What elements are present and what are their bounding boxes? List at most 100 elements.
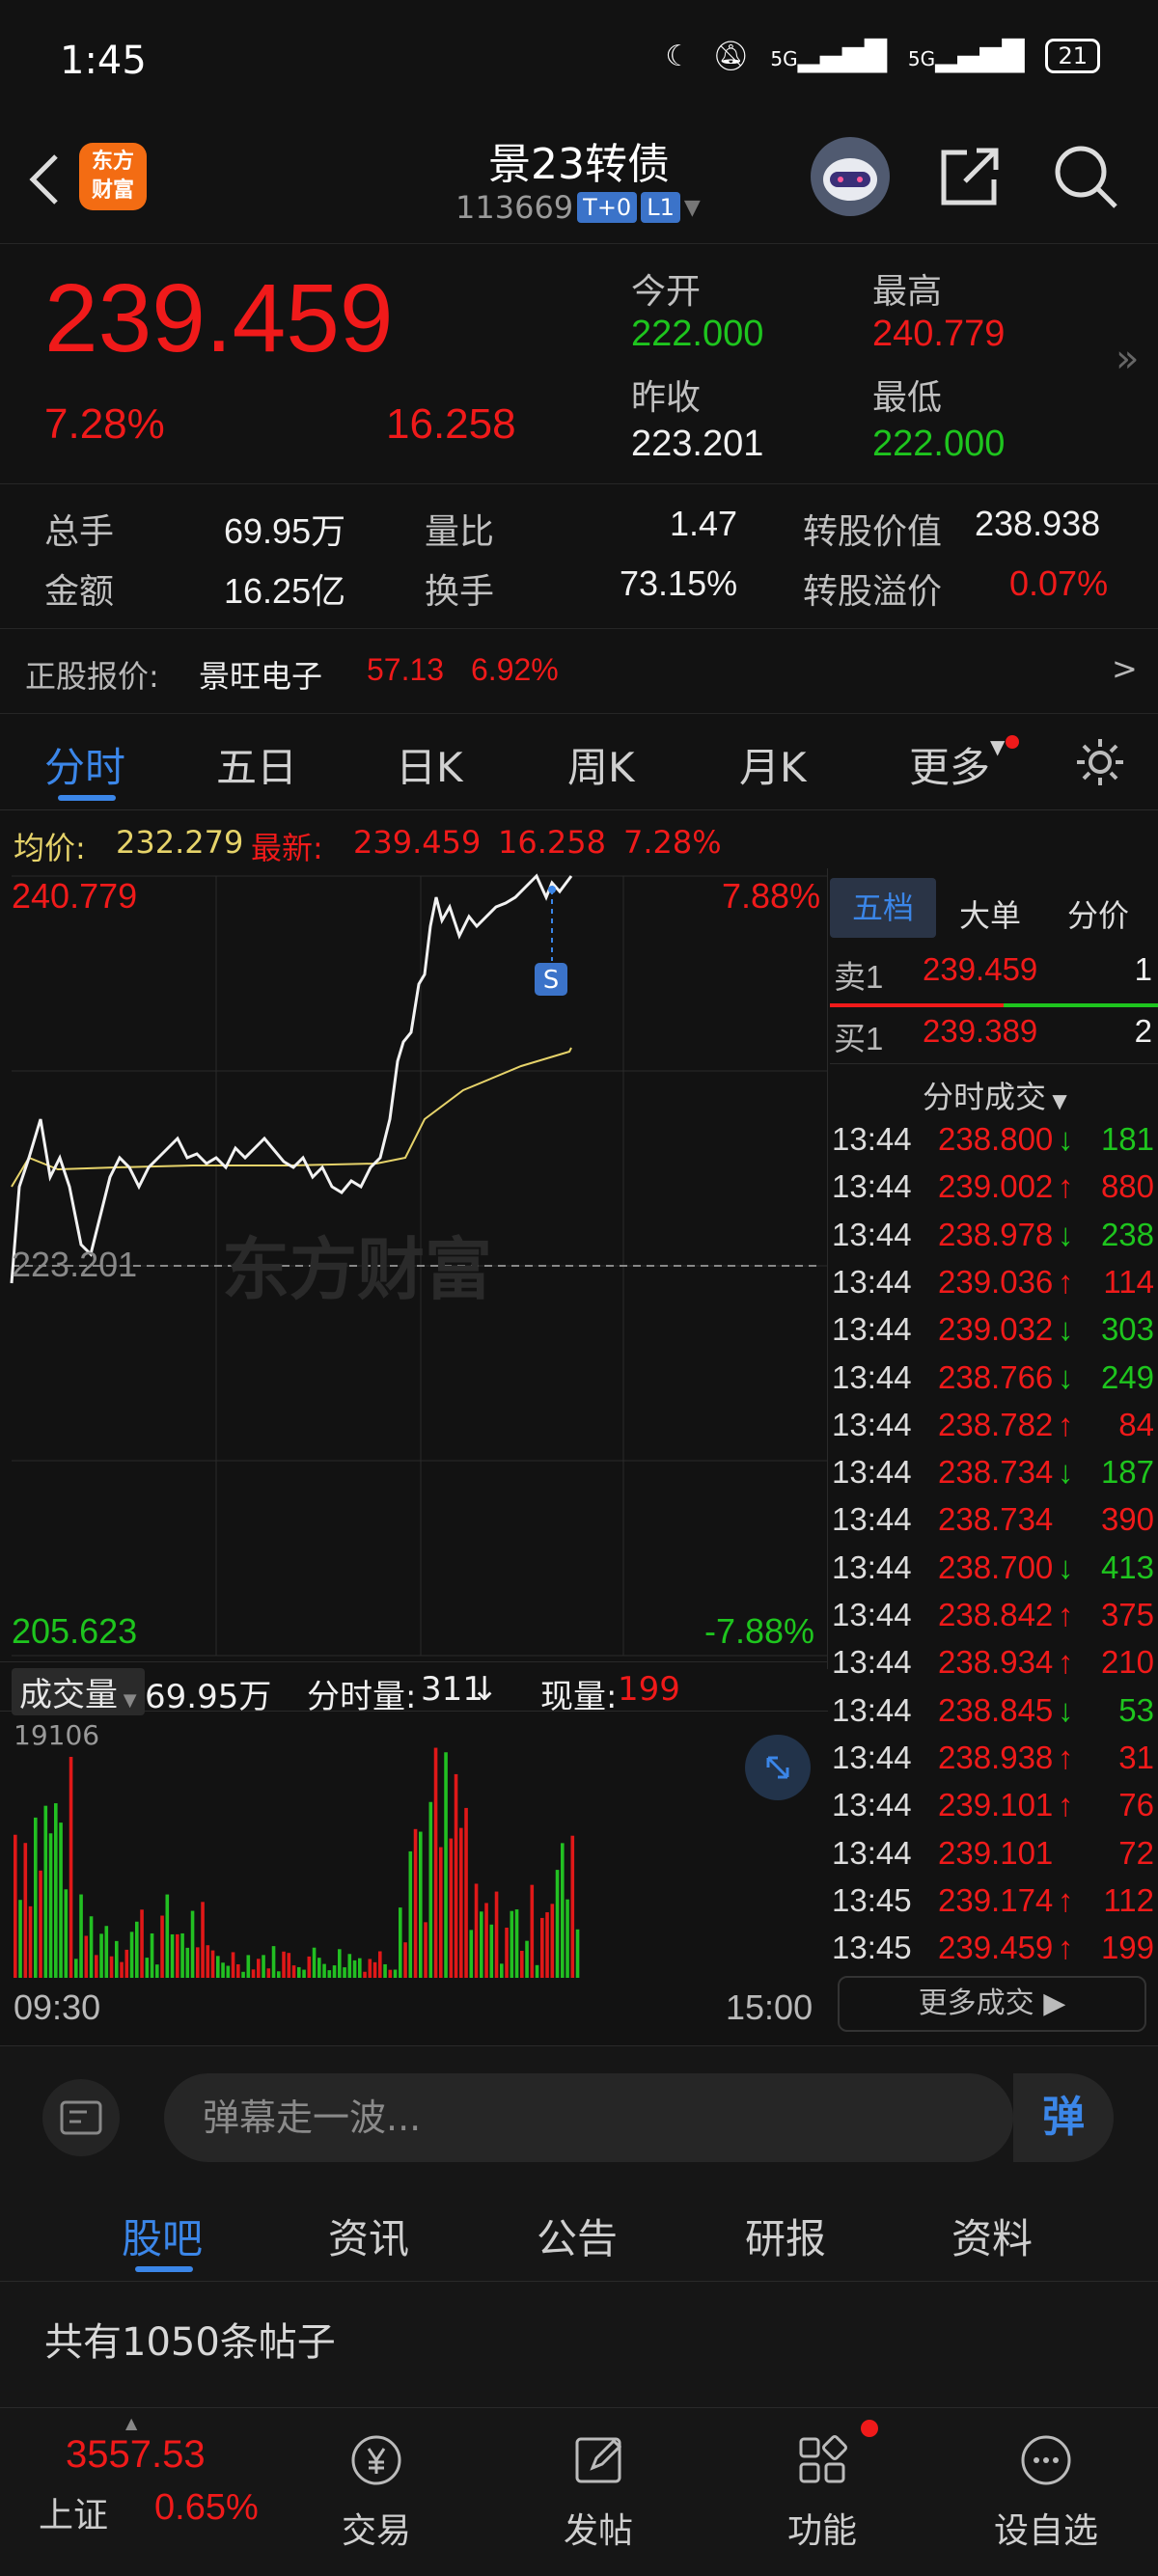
conv-value: 238.938 <box>975 504 1101 543</box>
trade-direction: ↓ <box>1058 1548 1074 1585</box>
trade-price: 238.734 <box>938 1501 1054 1538</box>
premium-value: 0.07% <box>1009 563 1109 603</box>
tab-price-dist[interactable]: 分价 <box>1067 891 1129 936</box>
low-value: 222.000 <box>872 424 1006 464</box>
settings-gear-icon[interactable] <box>1073 735 1127 789</box>
volume-bar <box>464 1807 468 1978</box>
trade-volume: 303 <box>1100 1311 1154 1348</box>
volume-bar <box>449 1838 454 1978</box>
intraday-chart[interactable]: 东方财富 S 240.779 7.88% 223.201 205.623 -7.… <box>0 868 828 1669</box>
more-trades-button[interactable]: 更多成交 ▶ <box>838 1976 1146 2032</box>
nav-trade[interactable]: 交易 <box>290 2408 463 2576</box>
tab-big-orders[interactable]: 大单 <box>959 891 1021 936</box>
y-axis-bottom-price: 205.623 <box>12 1611 138 1651</box>
time-axis: 09:30 15:00 <box>0 1980 828 2038</box>
volume-bar <box>190 1910 195 1978</box>
trade-row: 13:44 238.800 ↓ 181 <box>830 1121 1158 1168</box>
trade-price: 238.978 <box>938 1216 1054 1252</box>
volume-bar <box>352 1959 357 1978</box>
trade-time: 13:44 <box>832 1787 912 1823</box>
trade-row: 13:45 239.174 ↑ 112 <box>830 1882 1158 1930</box>
volume-bar <box>216 1956 220 1978</box>
underlying-stock-row[interactable]: 正股报价: 景旺电子 57.13 6.92% > <box>0 629 1158 714</box>
security-code-row[interactable]: 113669 T+0 L1 ▼ <box>455 189 701 226</box>
volume-bar <box>408 1850 413 1978</box>
sell1-price: 239.459 <box>923 951 1038 987</box>
trade-row: 13:44 239.002 ↑ 880 <box>830 1168 1158 1216</box>
nav-functions[interactable]: 功能 <box>735 2408 909 2576</box>
search-icon[interactable] <box>1052 143 1119 210</box>
turnover-value: 73.15% <box>620 563 738 603</box>
tab-intraday[interactable]: 分时 <box>44 735 125 794</box>
index-value: 3557.53 <box>66 2433 206 2476</box>
tab-more[interactable]: 更多▼ <box>909 735 1005 794</box>
volume-bar <box>150 1932 154 1978</box>
nav-watchlist[interactable]: 设自选 <box>959 2408 1133 2576</box>
danmu-settings-icon[interactable] <box>42 2079 120 2156</box>
tab-daily-k[interactable]: 日K <box>396 735 463 794</box>
volume-bar <box>403 1942 407 1978</box>
volume-bar <box>510 1910 514 1978</box>
chart-tabs: 分时 五日 日K 周K 月K 更多▼ <box>0 714 1158 810</box>
volume-bar <box>109 1956 114 1978</box>
tab-level5[interactable]: 五档 <box>830 878 936 938</box>
trade-direction: ↑ <box>1058 1644 1074 1681</box>
trade-row: 13:44 238.842 ↑ 375 <box>830 1597 1158 1644</box>
volume-bar <box>372 1961 377 1978</box>
tab-guba[interactable]: 股吧 <box>122 2206 203 2265</box>
tab-5day[interactable]: 五日 <box>216 735 297 794</box>
trade-price: 239.002 <box>938 1168 1054 1205</box>
volume-bar <box>79 1894 83 1978</box>
volume-bar <box>540 1917 544 1978</box>
trade-row: 13:44 239.101 ↑ 76 <box>830 1787 1158 1834</box>
trade-row: 13:44 238.734 390 <box>830 1501 1158 1548</box>
volume-bar <box>89 1916 94 1978</box>
trade-volume: 84 <box>1118 1406 1154 1442</box>
volume-bar <box>48 1833 53 1978</box>
volume-bar <box>236 1963 240 1978</box>
volume-bar <box>221 1962 225 1978</box>
index-name: 上证 <box>39 2496 109 2535</box>
conv-value-label: 转股价值 <box>803 512 943 552</box>
tab-research[interactable]: 研报 <box>745 2206 826 2265</box>
trades-title[interactable]: 分时成交 ▼ <box>923 1073 1067 1117</box>
trade-direction: ↓ <box>1058 1311 1074 1348</box>
trade-price: 238.842 <box>938 1597 1054 1632</box>
volume-indicator-select[interactable]: 成交量 ▼ <box>12 1668 145 1715</box>
volume-bar <box>561 1843 565 1978</box>
trade-time: 13:45 <box>832 1930 912 1966</box>
expand-chevron-icon[interactable]: » <box>1116 337 1139 381</box>
watermark: 东方财富 <box>222 1230 492 1309</box>
trade-time: 13:44 <box>832 1691 912 1728</box>
assistant-avatar[interactable] <box>811 137 890 216</box>
tab-news[interactable]: 资讯 <box>328 2206 409 2265</box>
feed-tab-indicator <box>135 2266 193 2272</box>
trade-time: 13:44 <box>832 1644 912 1681</box>
fullscreen-icon[interactable] <box>745 1735 811 1800</box>
high-label: 最高 <box>872 272 943 312</box>
back-icon[interactable] <box>25 151 64 208</box>
share-icon[interactable] <box>938 143 1004 208</box>
volume-bar <box>322 1963 326 1978</box>
trade-row: 13:44 238.938 ↑ 31 <box>830 1740 1158 1787</box>
volume-bar <box>484 1903 488 1978</box>
danmu-input[interactable]: 弹幕走一波... <box>164 2073 1013 2162</box>
volume-bar <box>129 1932 134 1978</box>
sell1-row: 卖1 239.459 1 <box>830 951 1158 999</box>
volume-bar <box>520 1950 524 1978</box>
trade-price: 238.766 <box>938 1358 1054 1395</box>
security-code: 113669 <box>455 189 574 226</box>
tab-profile[interactable]: 资料 <box>951 2206 1033 2265</box>
tab-weekly-k[interactable]: 周K <box>567 735 635 794</box>
volume-bar <box>297 1966 301 1978</box>
danmu-toggle-button[interactable]: 弹 <box>1013 2073 1114 2162</box>
volume-bar <box>555 1870 560 1978</box>
tab-monthly-k[interactable]: 月K <box>739 735 807 794</box>
volume-bar <box>226 1965 231 1978</box>
tab-announcements[interactable]: 公告 <box>537 2206 618 2265</box>
nav-post[interactable]: 发帖 <box>511 2408 685 2576</box>
latest-label: 最新: <box>251 830 323 866</box>
volume-bar <box>262 1955 265 1978</box>
volume-bar <box>474 1883 479 1978</box>
index-ticker[interactable]: ▲ 3557.53 上证 0.65% <box>0 2408 318 2576</box>
